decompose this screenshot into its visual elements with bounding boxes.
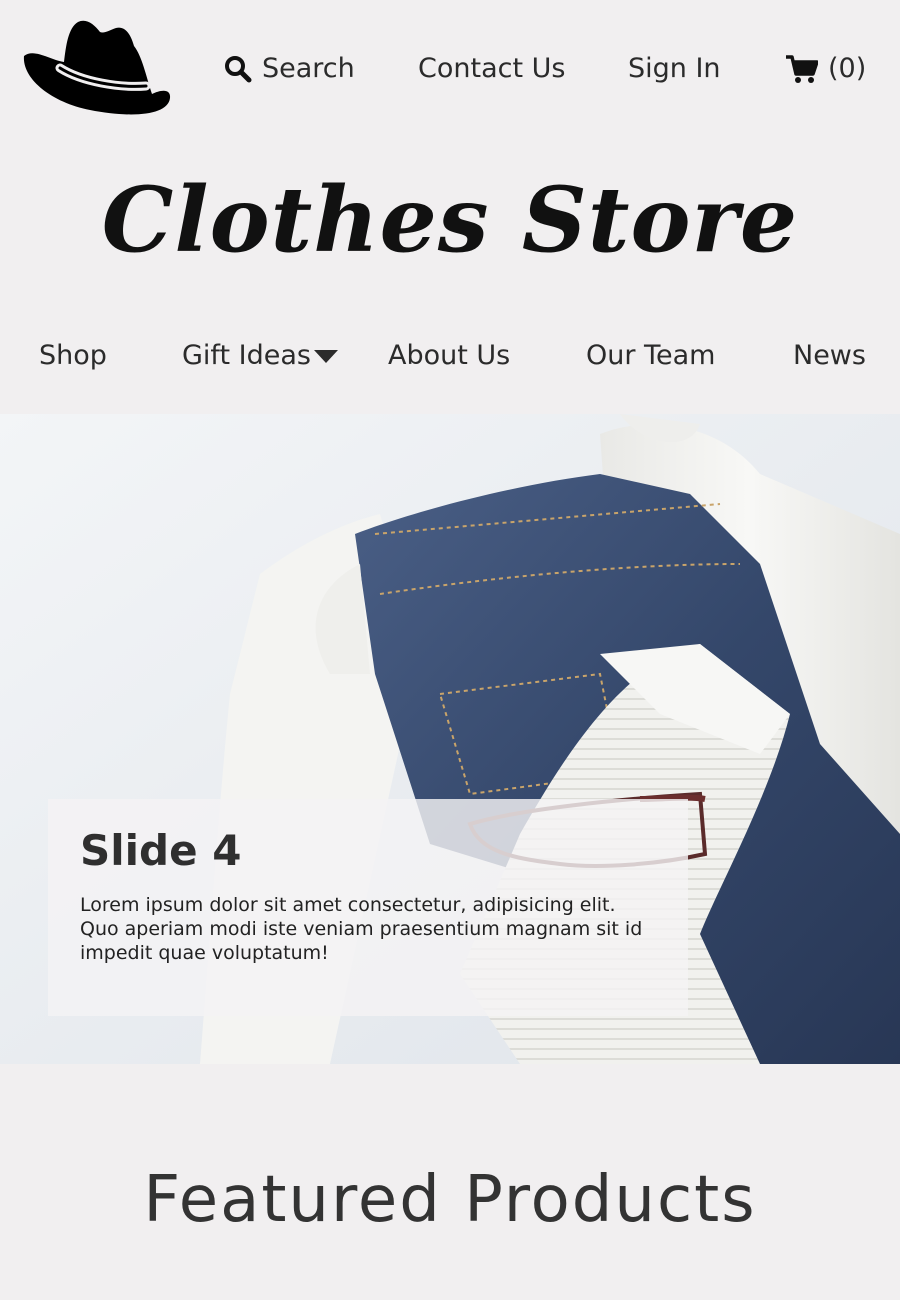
main-nav: Shop Gift Ideas About Us Our Team News (0, 330, 900, 382)
nav-item-news[interactable]: News (793, 336, 866, 376)
nav-item-shop[interactable]: Shop (39, 336, 107, 376)
slide-caption: Slide 4 Lorem ipsum dolor sit amet conse… (48, 799, 688, 1016)
cart-icon (786, 55, 818, 83)
store-title: Clothes Store (101, 167, 799, 273)
slide-text: Lorem ipsum dolor sit amet consectetur, … (80, 894, 643, 964)
nav-item-label: Shop (39, 340, 107, 371)
nav-item-label: About Us (388, 340, 511, 371)
caret-down-icon (313, 350, 338, 363)
sign-in-link[interactable]: Sign In (628, 50, 721, 88)
nav-item-label: Gift Ideas (182, 340, 311, 371)
nav-item-label: News (793, 340, 866, 371)
featured-products-heading: Featured Products (143, 1163, 757, 1237)
nav-item-gift-ideas[interactable]: Gift Ideas (182, 336, 339, 376)
slide-title: Slide 4 (80, 826, 242, 875)
contact-us-link[interactable]: Contact Us (418, 50, 565, 88)
nav-item-about-us[interactable]: About Us (388, 336, 510, 376)
search-link[interactable]: Search (224, 50, 355, 88)
top-header: Search Contact Us Sign In (0) (0, 0, 900, 140)
nav-item-label: Our Team (586, 340, 716, 371)
cowboy-hat-icon[interactable] (20, 16, 172, 120)
search-label: Search (262, 53, 355, 84)
cart-link[interactable]: (0) (785, 50, 866, 88)
cart-count: (0) (828, 53, 867, 84)
sign-in-label: Sign In (628, 53, 721, 84)
search-icon (225, 56, 252, 83)
hero-carousel[interactable]: Slide 4 Lorem ipsum dolor sit amet conse… (0, 414, 900, 1064)
contact-us-label: Contact Us (418, 53, 566, 84)
nav-item-our-team[interactable]: Our Team (586, 336, 715, 376)
